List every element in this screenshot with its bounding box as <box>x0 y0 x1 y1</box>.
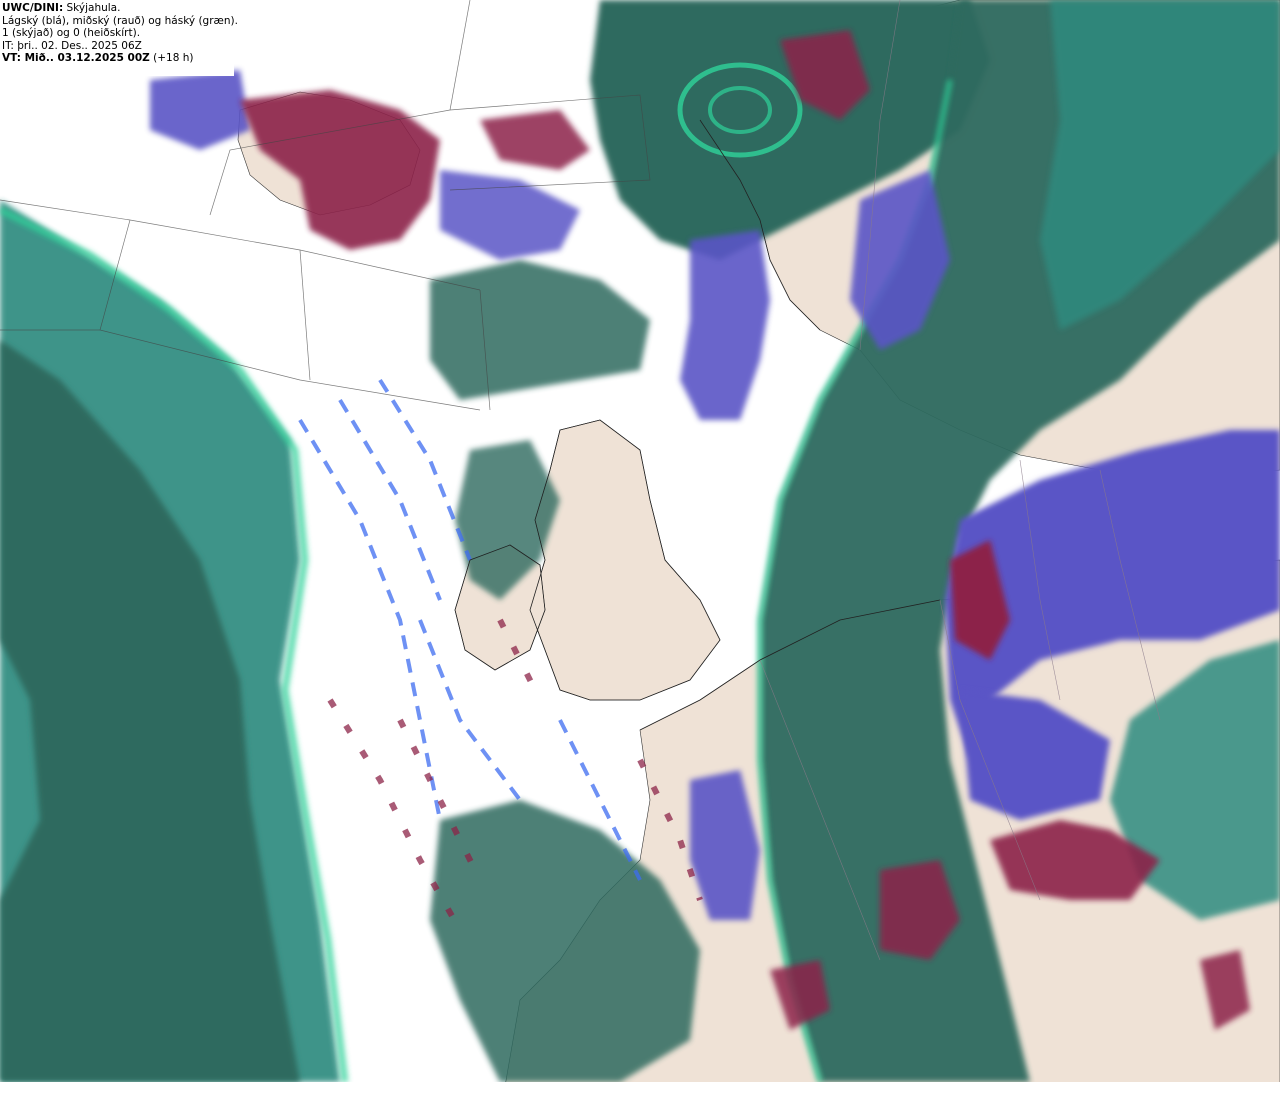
map-legend: UWC/DINI: Skýjahula. Lágský (blá), miðsk… <box>0 0 238 76</box>
lead-time: (+18 h) <box>153 52 194 64</box>
cloud-cover-map <box>0 0 1280 1115</box>
valid-time-line: VT: Mið.. 03.12.2025 00Z (+18 h) <box>2 52 234 65</box>
layers-description: Lágský (blá), miðský (rauð) og háský (gr… <box>2 14 238 27</box>
scale-description: 1 (skýjað) og 0 (heiðskírt). <box>2 27 141 39</box>
bottom-margin <box>0 1082 1280 1115</box>
product-title: Skýjahula. <box>66 2 121 14</box>
valid-label: VT: Mið.. 03.12.2025 00Z <box>2 52 150 64</box>
issue-time: IT: þri.. 02. Des.. 2025 06Z <box>2 39 142 52</box>
legend-title-line: UWC/DINI: Skýjahula. <box>2 2 234 15</box>
weather-map: UWC/DINI: Skýjahula. Lágský (blá), miðsk… <box>0 0 1280 1115</box>
model-label: UWC/DINI: <box>2 2 64 14</box>
